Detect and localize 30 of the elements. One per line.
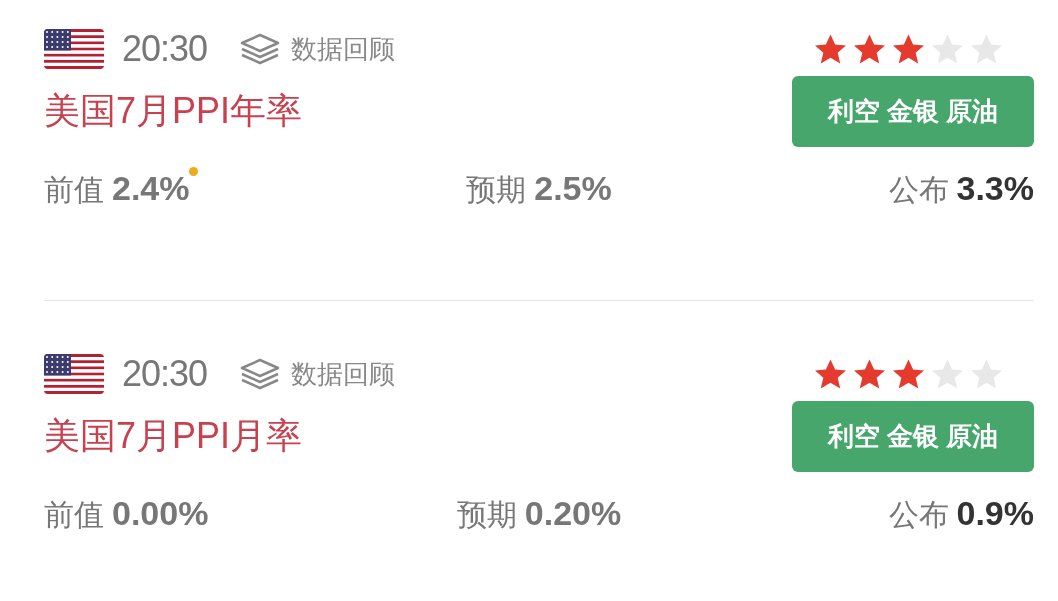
event-title: 美国7月PPI年率 xyxy=(44,89,303,133)
layers-icon xyxy=(239,32,282,66)
event-title: 美国7月PPI月率 xyxy=(44,414,303,458)
star-icon xyxy=(891,357,926,391)
star-icon xyxy=(891,32,926,66)
actual-value: 0.9% xyxy=(956,494,1034,533)
star-icon xyxy=(852,32,887,66)
us-flag-icon xyxy=(44,29,104,69)
star-icon xyxy=(813,32,848,66)
us-flag-icon xyxy=(44,354,104,394)
forecast-value: 2.5% xyxy=(534,169,612,208)
actual-value: 3.3% xyxy=(956,169,1034,208)
event-time: 20:30 xyxy=(122,28,208,70)
star-icon xyxy=(852,357,887,391)
forecast-label: 预期 xyxy=(466,172,527,208)
star-icon xyxy=(813,357,848,391)
previous-value: 2.4% xyxy=(112,169,190,208)
previous-value: 0.00% xyxy=(112,494,209,533)
previous-label: 前值 xyxy=(44,497,104,533)
impact-tag: 利空 金银 原油 xyxy=(791,76,1034,147)
data-review-link[interactable]: 数据回顾 xyxy=(291,31,396,67)
actual-label: 公布 xyxy=(888,172,949,208)
actual-label: 公布 xyxy=(888,497,949,533)
forecast-label: 预期 xyxy=(456,497,517,533)
event-time: 20:30 xyxy=(122,353,208,395)
forecast-value: 0.20% xyxy=(524,494,622,533)
previous-label: 前值 xyxy=(44,172,104,208)
data-review-link[interactable]: 数据回顾 xyxy=(291,356,396,392)
layers-icon xyxy=(239,357,282,391)
impact-tag: 利空 金银 原油 xyxy=(791,401,1034,472)
